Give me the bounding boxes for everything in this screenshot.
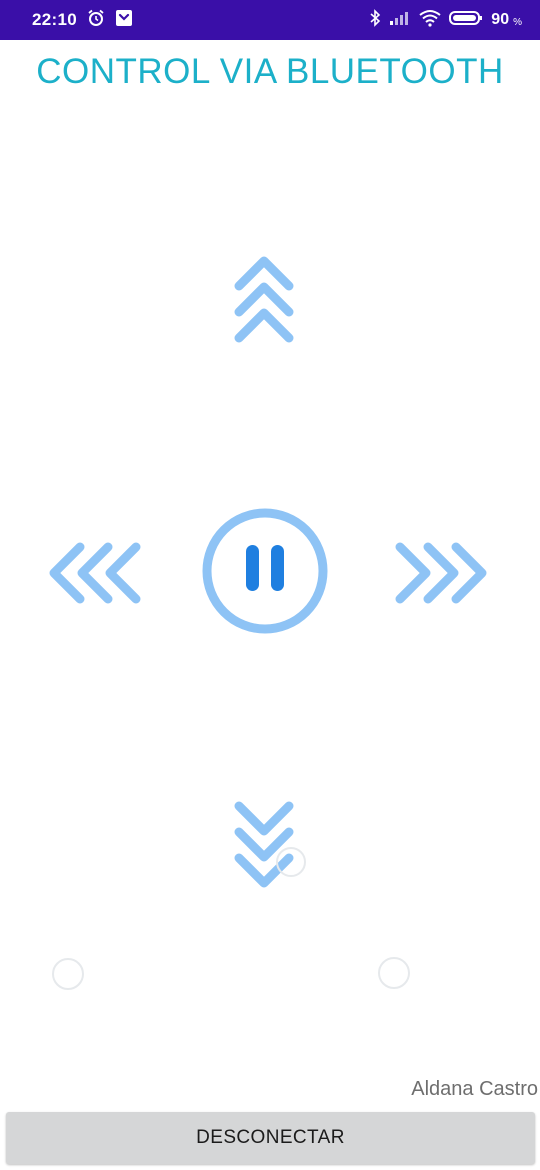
disconnect-button[interactable]: DESCONECTAR — [6, 1112, 535, 1164]
alarm-icon — [87, 9, 105, 32]
notification-app-icon — [115, 9, 133, 32]
radio-circle-left[interactable] — [52, 958, 84, 990]
radio-circle-right[interactable] — [378, 957, 410, 989]
wifi-icon — [419, 9, 441, 32]
page-title: CONTROL VIA BLUETOOTH — [36, 52, 504, 91]
status-bar-right: 90 % — [369, 0, 522, 40]
status-time: 22:10 — [32, 10, 77, 29]
stop-button[interactable] — [200, 506, 330, 641]
triple-chevron-left-icon — [49, 542, 141, 604]
battery-icon — [449, 10, 483, 31]
double-chevron-up-icon — [234, 256, 294, 343]
battery-level: 90 — [491, 11, 510, 28]
author-label: Aldana Castro — [411, 1078, 538, 1100]
battery-unit: % — [513, 16, 522, 28]
signal-icon — [389, 10, 411, 31]
pause-circle-icon — [202, 508, 328, 634]
left-button[interactable] — [46, 540, 146, 611]
status-bar: 22:10 90 % — [0, 0, 540, 40]
double-chevron-down-icon — [234, 801, 294, 888]
bluetooth-icon — [369, 8, 381, 32]
triple-chevron-right-icon — [395, 542, 487, 604]
forward-button[interactable] — [232, 252, 296, 353]
status-bar-left: 22:10 — [32, 0, 133, 40]
radio-circle-center[interactable] — [276, 847, 306, 877]
right-button[interactable] — [392, 540, 492, 611]
